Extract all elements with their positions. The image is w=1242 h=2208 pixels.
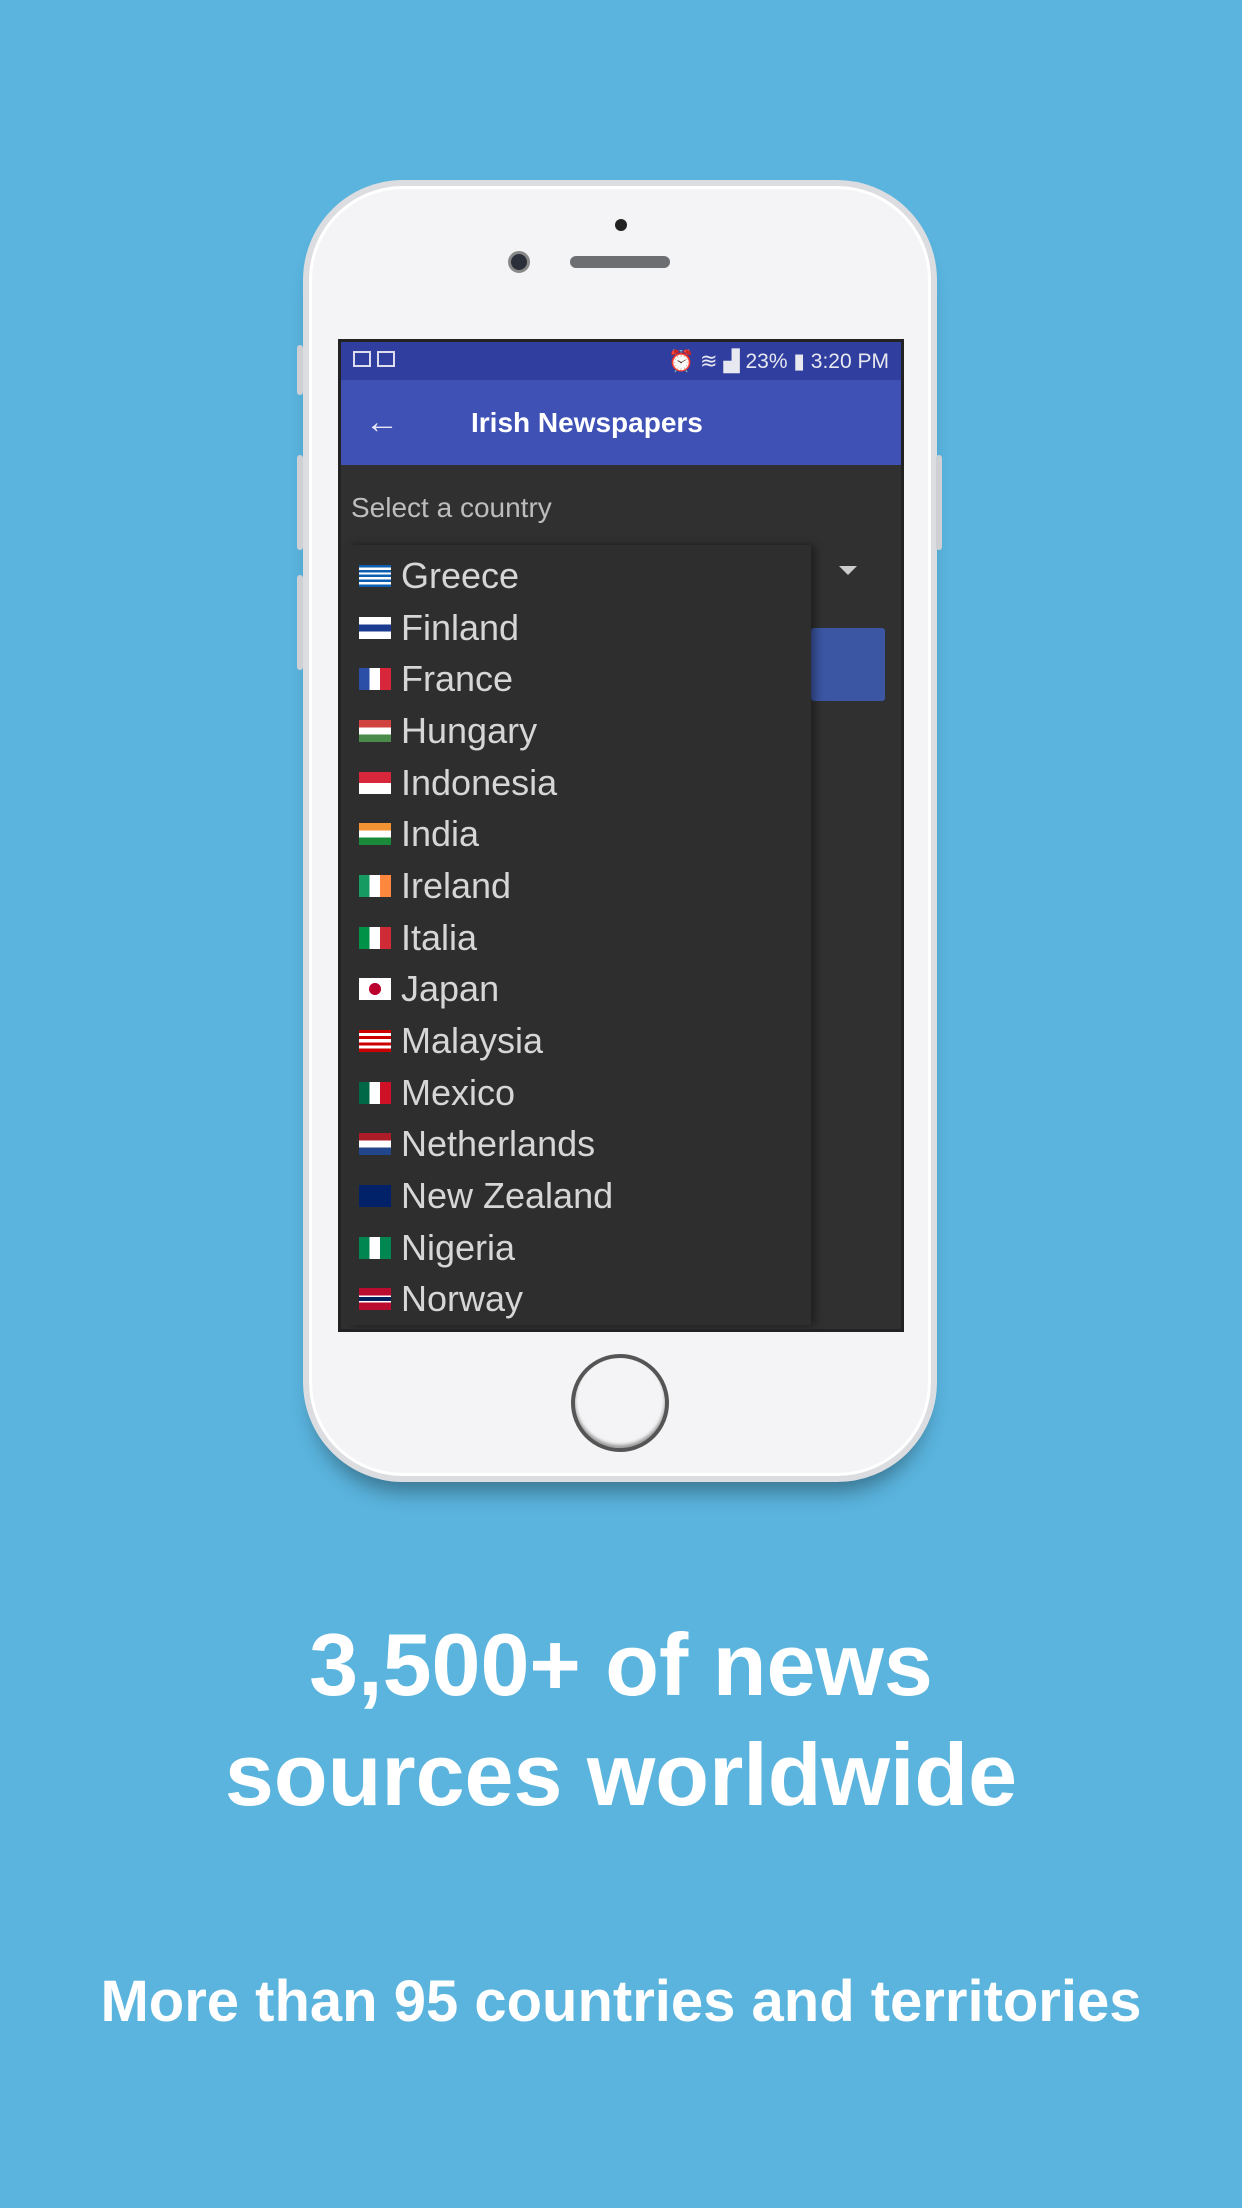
country-option[interactable]: India (347, 808, 811, 860)
battery-icon: ▮ (793, 349, 805, 373)
country-name: Hungary (401, 709, 538, 751)
country-name: France (401, 658, 514, 700)
country-label: Select a country (351, 492, 552, 523)
country-option[interactable]: Nigeria (347, 1222, 811, 1274)
promo-headline: 3,500+ of news sources worldwide (0, 1610, 1242, 1830)
flag-icon (359, 616, 391, 639)
country-name: Ireland (401, 864, 512, 906)
alarm-icon: ⏰ (668, 349, 695, 373)
page-title: Irish Newspapers (471, 406, 703, 438)
arrow-left-icon[interactable]: ← (365, 403, 415, 442)
flag-icon (359, 564, 391, 587)
country-name: Italia (401, 916, 478, 958)
country-name: Japan (401, 968, 500, 1010)
country-option[interactable]: Greece (347, 550, 811, 602)
app-bar: ← Irish Newspapers (341, 380, 901, 465)
country-option[interactable]: Japan (347, 964, 811, 1016)
country-name: India (401, 813, 480, 855)
flag-icon (359, 1030, 391, 1053)
flag-icon (359, 719, 391, 742)
flag-icon (359, 978, 391, 1001)
flag-icon (359, 1288, 391, 1311)
country-name: Indonesia (401, 761, 558, 803)
signal-icon: ▟ (723, 349, 740, 373)
wifi-icon: ≋ (700, 349, 718, 373)
home-button[interactable] (571, 1354, 669, 1452)
flag-icon (359, 1185, 391, 1208)
flag-icon (359, 1081, 391, 1104)
country-option[interactable]: Indonesia (347, 757, 811, 809)
flag-icon (359, 668, 391, 691)
country-dropdown-list[interactable]: Greece Finland France Hungary Indonesia India… (347, 545, 811, 1325)
headline-line-1: 3,500+ of news (309, 1615, 933, 1714)
activity-icon (377, 351, 395, 367)
proximity-sensor (615, 219, 627, 231)
country-option[interactable]: Mexico (347, 1067, 811, 1119)
phone-power-button (936, 455, 942, 550)
flag-icon (359, 1236, 391, 1259)
flag-icon (359, 823, 391, 846)
country-name: New Zealand (401, 1175, 614, 1217)
country-name: Malaysia (401, 1020, 544, 1062)
country-name: Netherlands (401, 1123, 596, 1165)
phone-screen: ⏰ ≋ ▟ 23% ▮ 3:20 PM ← Irish Newspapers S… (338, 339, 904, 1332)
submit-button[interactable] (811, 628, 885, 701)
battery-percent: 23% (745, 349, 788, 373)
front-camera (508, 251, 530, 273)
country-name: Mexico (401, 1071, 516, 1113)
country-option[interactable]: France (347, 653, 811, 705)
earpiece-speaker (570, 256, 670, 268)
country-option[interactable]: Italia (347, 912, 811, 964)
country-option[interactable]: Malaysia (347, 1015, 811, 1067)
status-bar: ⏰ ≋ ▟ 23% ▮ 3:20 PM (341, 342, 901, 380)
phone-volume-up (297, 455, 303, 550)
chevron-down-icon[interactable] (839, 566, 857, 575)
country-option[interactable]: Finland (347, 602, 811, 654)
flag-icon (359, 771, 391, 794)
country-name: Greece (401, 554, 520, 596)
clock: 3:20 PM (810, 349, 889, 373)
promo-subtitle: More than 95 countries and territories (100, 1969, 1142, 2034)
country-option[interactable]: New Zealand (347, 1170, 811, 1222)
country-option[interactable]: Netherlands (347, 1119, 811, 1171)
country-option[interactable]: Hungary (347, 705, 811, 757)
country-option[interactable]: Ireland (347, 860, 811, 912)
flag-icon (359, 1133, 391, 1156)
image-icon (353, 351, 371, 367)
country-name: Nigeria (401, 1226, 516, 1268)
phone-volume-down (297, 575, 303, 670)
country-option[interactable]: Norway (347, 1274, 811, 1326)
phone-side-button (297, 345, 303, 395)
headline-line-2: sources worldwide (224, 1725, 1018, 1824)
country-name: Norway (401, 1278, 524, 1320)
flag-icon (359, 926, 391, 949)
flag-icon (359, 874, 391, 897)
country-name: Finland (401, 606, 520, 648)
